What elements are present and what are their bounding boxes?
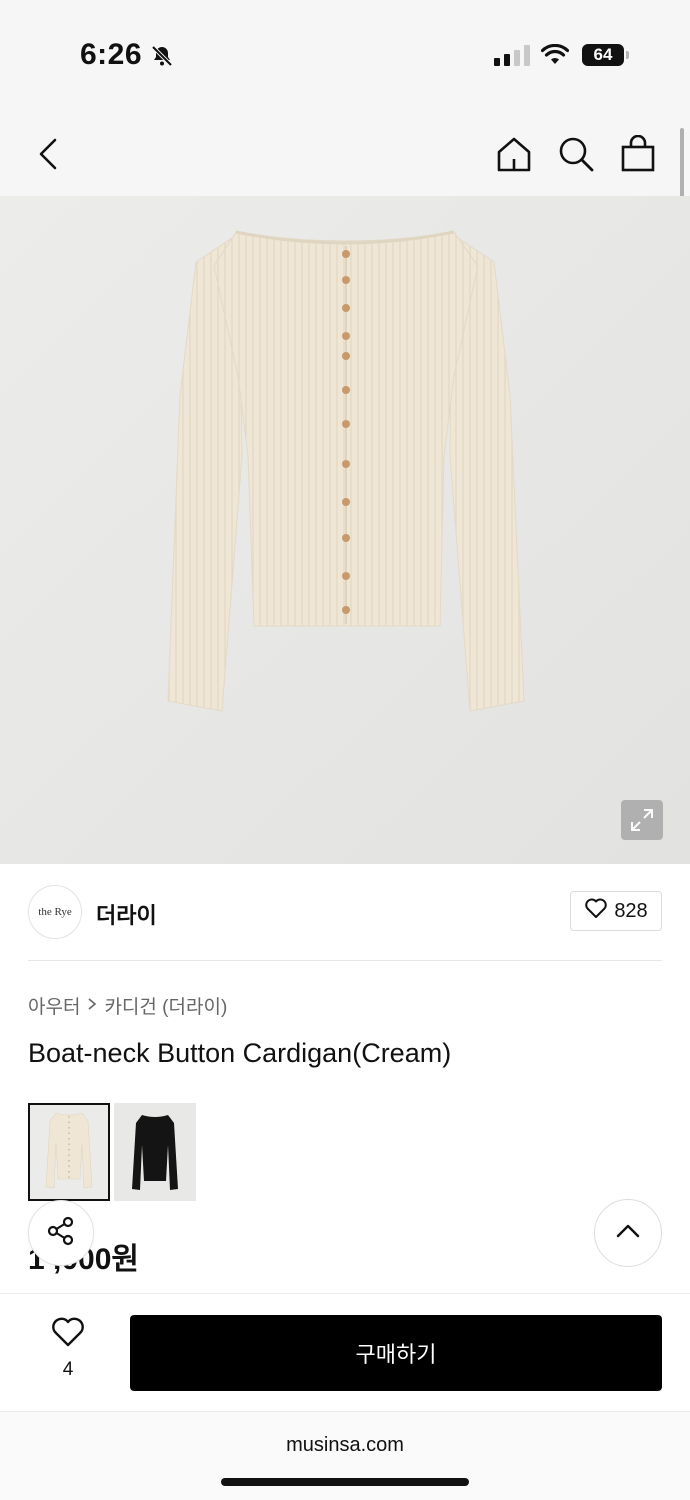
purchase-bar: 4 구매하기 (0, 1293, 690, 1411)
status-time: 6:26 (80, 38, 143, 71)
breadcrumb-item[interactable]: 아우터 (28, 992, 80, 1019)
browser-url-bar: musinsa.com (0, 1411, 690, 1500)
battery-tip (626, 51, 629, 59)
brand-row: the Rye 더라이 828 (28, 885, 662, 939)
breadcrumb: 아우터 카디건 (더라이) (28, 992, 227, 1019)
bell-muted-icon (150, 44, 174, 73)
share-button[interactable] (28, 1200, 94, 1266)
brand-logo[interactable]: the Rye (28, 885, 82, 939)
cellular-signal-icon (494, 44, 530, 66)
brand-like-button[interactable]: 828 (570, 891, 662, 931)
variant-thumbnail-cream[interactable] (28, 1103, 110, 1201)
heart-icon (584, 897, 608, 925)
variant-thumbnail-black[interactable] (114, 1103, 196, 1201)
expand-icon[interactable] (621, 800, 663, 840)
chevron-up-icon (614, 1222, 642, 1245)
brand-like-count: 828 (614, 899, 648, 922)
share-icon (44, 1214, 78, 1253)
back-icon[interactable] (26, 132, 70, 176)
top-nav-bar (0, 110, 690, 196)
product-title: Boat-neck Button Cardigan(Cream) (28, 1038, 452, 1068)
divider (28, 960, 662, 961)
variant-thumbnails (28, 1103, 196, 1201)
scroll-to-top-button[interactable] (594, 1199, 662, 1267)
heart-icon (50, 1317, 86, 1352)
wifi-icon (540, 43, 570, 71)
breadcrumb-item[interactable]: 카디건 (더라이) (104, 992, 227, 1019)
buy-button[interactable]: 구매하기 (130, 1315, 662, 1391)
home-icon[interactable] (492, 132, 536, 176)
cardigan-image (0, 196, 690, 864)
search-icon[interactable] (554, 132, 598, 176)
chevron-right-icon (86, 995, 98, 1017)
brand-name[interactable]: 더라이 (96, 898, 157, 930)
product-image[interactable] (0, 196, 690, 864)
status-bar: 6:26 64 (0, 0, 690, 110)
battery-icon: 64 (582, 44, 624, 66)
wishlist-button[interactable]: 4 (48, 1316, 88, 1381)
home-indicator[interactable] (221, 1478, 469, 1486)
url-text[interactable]: musinsa.com (0, 1434, 690, 1457)
shopping-bag-icon[interactable] (616, 132, 660, 176)
wishlist-count: 4 (62, 1359, 74, 1380)
